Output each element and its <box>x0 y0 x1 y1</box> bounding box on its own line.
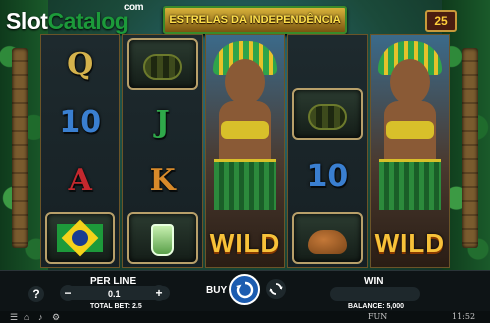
buy-button[interactable]: BUY <box>206 285 227 296</box>
autoplay-button[interactable] <box>266 279 286 299</box>
settings-icon[interactable]: ⚙ <box>52 312 60 322</box>
symbol-q: Q <box>67 46 94 82</box>
brazil-flag-icon <box>57 219 104 257</box>
pillar-right <box>462 48 478 248</box>
spin-button[interactable] <box>229 274 260 305</box>
bet-decrease-button[interactable]: − <box>60 285 76 301</box>
paylines-indicator: 25 <box>425 10 457 32</box>
autoplay-icon <box>269 283 283 295</box>
bet-increase-button[interactable]: + <box>151 285 167 301</box>
symbol-snake <box>288 85 366 143</box>
symbol-caipirinha <box>123 209 201 267</box>
home-icon[interactable]: ⌂ <box>24 312 29 322</box>
win-display <box>330 287 420 301</box>
symbol-a: A <box>68 162 92 198</box>
snake-icon <box>143 54 182 80</box>
symbol-j: J <box>155 104 170 140</box>
game-mode: FUN <box>368 312 388 321</box>
pillar-left <box>12 48 28 248</box>
warrior-woman-icon <box>377 41 442 211</box>
reel-5-expanded-wild: WILD <box>369 34 451 268</box>
reel-1: Q 10 A <box>40 34 121 268</box>
menu-icon[interactable]: ☰ <box>10 312 18 322</box>
balance-label: BALANCE: 5,000 <box>348 303 405 310</box>
sound-icon[interactable]: ♪ <box>38 312 43 322</box>
symbol-snake <box>123 35 201 93</box>
snake-frame <box>292 88 363 140</box>
spin-arrows-icon <box>235 281 253 298</box>
symbol-flag <box>41 209 119 267</box>
caipirinha-icon <box>151 224 174 256</box>
paylines-count: 25 <box>434 14 448 28</box>
snake-icon <box>308 104 347 130</box>
wild-label: WILD <box>374 228 446 258</box>
capybara-frame <box>292 212 363 264</box>
symbol-k: K <box>149 162 176 198</box>
snake-frame <box>127 38 198 90</box>
caipirinha-frame <box>127 212 198 264</box>
status-footer: ☰ ⌂ ♪ ⚙ FUN 11:52 <box>0 311 490 323</box>
per-line-value: 0.1 <box>108 289 121 299</box>
flag-frame <box>45 212 116 264</box>
total-bet-label: TOTAL BET: 2.5 <box>90 303 142 310</box>
warrior-woman-icon <box>213 41 278 211</box>
reel-3-expanded-wild: WILD <box>204 34 286 268</box>
symbol-10: 10 <box>59 104 102 140</box>
game-title: ESTRELAS DA INDEPENDÊNCIA <box>169 14 341 26</box>
symbol-10: 10 <box>306 158 349 194</box>
reel-4: 10 <box>287 34 368 268</box>
capybara-icon <box>308 230 347 254</box>
help-button[interactable]: ? <box>28 286 44 302</box>
win-label: WIN <box>364 276 384 287</box>
game-screen: SlotCatalog com ESTRELAS DA INDEPENDÊNCI… <box>0 0 490 323</box>
slotcatalog-logo: SlotCatalog com <box>6 2 144 34</box>
reel-grid: Q 10 A J K WILD 10 WILD <box>40 34 451 268</box>
reel-2: J K <box>122 34 203 268</box>
game-title-banner: ESTRELAS DA INDEPENDÊNCIA <box>163 6 347 34</box>
wild-label: WILD <box>209 228 281 258</box>
symbol-capybara <box>288 209 366 267</box>
clock: 11:52 <box>452 312 476 321</box>
